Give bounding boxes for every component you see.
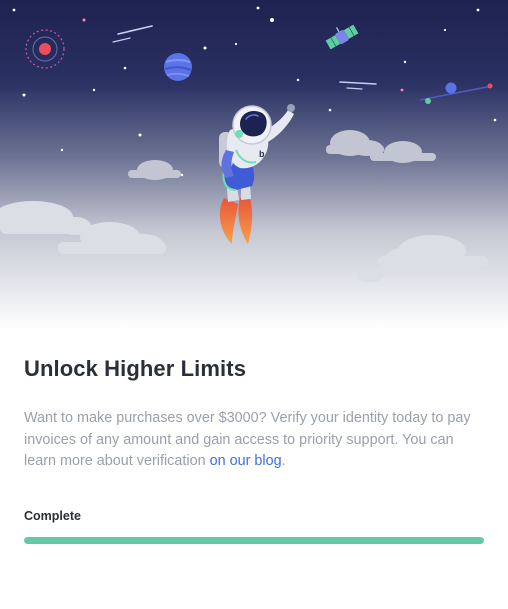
blue-planet-icon	[164, 53, 192, 81]
progress-bar	[24, 537, 484, 544]
description-suffix: .	[281, 453, 286, 469]
verification-card: b Unlock Higher Limits Want to make purc…	[0, 0, 508, 609]
blog-link[interactable]: on our blog	[210, 453, 282, 469]
card-title: Unlock Higher Limits	[24, 356, 247, 381]
space-illustration: b	[0, 0, 508, 330]
card-description: Want to make purchases over $3000? Verif…	[24, 408, 486, 473]
progress-label: Complete	[24, 509, 81, 523]
svg-text:b: b	[259, 149, 265, 159]
progress-bar-fill	[24, 537, 484, 544]
